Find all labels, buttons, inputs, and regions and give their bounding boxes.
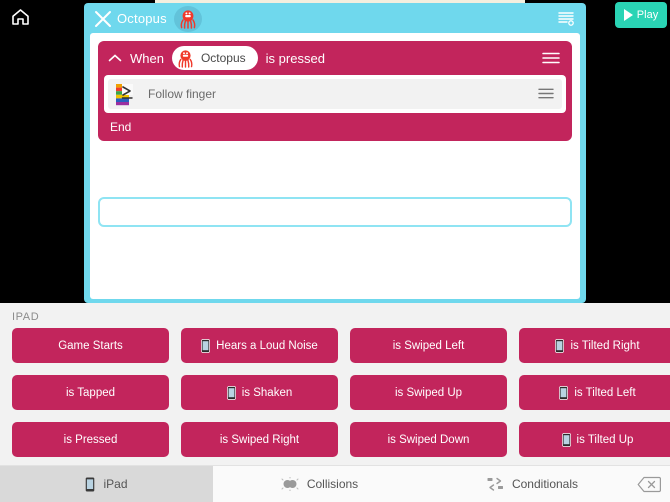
empty-drop-zone[interactable] [98, 197, 572, 227]
rainbow-cursor-icon [114, 81, 140, 107]
editor-title: Octopus [117, 11, 167, 26]
app-root: Play Octopus When Octopus is pressed Fol… [0, 0, 670, 502]
script-canvas: When Octopus is pressed Follow finger En… [90, 33, 580, 299]
end-bar: End [98, 113, 572, 141]
play-label: Play [636, 9, 659, 21]
when-keyword: When [130, 50, 164, 66]
event-button-hears-a-loud-noise[interactable]: Hears a Loud Noise [181, 328, 338, 363]
device-icon [559, 385, 569, 400]
drawer-section-label: IPAD [12, 311, 40, 323]
when-block-body: Follow finger [104, 75, 566, 113]
play-triangle-icon [623, 9, 633, 21]
home-button[interactable] [5, 4, 35, 30]
tab-label: Conditionals [511, 477, 579, 491]
tab-ipad[interactable]: iPad [0, 466, 213, 502]
device-icon [561, 432, 571, 447]
event-button-is-tilted-left[interactable]: is Tilted Left [519, 375, 670, 410]
octopus-avatar-icon [180, 10, 196, 29]
octopus-icon [176, 48, 196, 68]
device-icon [201, 338, 211, 353]
event-label: is Tapped [65, 386, 116, 399]
delete-key-button[interactable] [636, 475, 662, 493]
action-label: Follow finger [148, 87, 217, 101]
event-button-grid: Game Starts Hears a Loud Noise is Swiped… [12, 328, 670, 457]
event-button-is-swiped-right[interactable]: is Swiped Right [181, 422, 338, 457]
device-icon [86, 477, 95, 491]
event-label: is Swiped Left [392, 339, 465, 352]
bottom-tab-bar: iPad Collisions Conditionals [0, 465, 670, 502]
octopus-avatar[interactable] [174, 6, 202, 32]
event-label: is Swiped Up [394, 386, 463, 399]
event-button-is-tilted-right[interactable]: is Tilted Right [519, 328, 670, 363]
event-button-is-shaken[interactable]: is Shaken [181, 375, 338, 410]
chevron-up-icon[interactable] [108, 53, 122, 63]
backspace-delete-icon [637, 476, 661, 492]
actor-name: Octopus [200, 51, 246, 65]
editor-header: Octopus [84, 3, 586, 35]
event-label: is Shaken [241, 386, 293, 399]
actor-pill[interactable]: Octopus [171, 46, 258, 70]
event-button-is-pressed[interactable]: is Pressed [12, 422, 169, 457]
editor-frame: Octopus When Octopus is pressed Follow f… [84, 3, 586, 303]
conditional-icon [487, 477, 503, 491]
home-icon [11, 9, 29, 25]
when-suffix: is pressed [265, 50, 325, 66]
tab-label: iPad [103, 477, 128, 491]
collision-icon [281, 477, 299, 491]
tab-collisions[interactable]: Collisions [213, 466, 426, 502]
hamburger-menu-icon[interactable] [542, 52, 560, 64]
action-row[interactable]: Follow finger [108, 79, 562, 109]
play-button[interactable]: Play [615, 2, 667, 28]
hamburger-menu-icon[interactable] [538, 88, 554, 99]
list-options-icon[interactable] [558, 11, 574, 27]
event-label: is Pressed [63, 433, 118, 446]
tab-conditionals[interactable]: Conditionals [426, 466, 639, 502]
device-icon [226, 385, 236, 400]
event-button-is-tilted-up[interactable]: is Tilted Up [519, 422, 670, 457]
when-block[interactable]: When Octopus is pressed Follow finger En… [98, 41, 572, 141]
close-x-icon[interactable] [94, 10, 112, 28]
event-label: Game Starts [58, 339, 123, 352]
event-label: Hears a Loud Noise [216, 339, 318, 352]
end-label: End [110, 120, 132, 134]
event-button-game-starts[interactable]: Game Starts [12, 328, 169, 363]
event-label: is Tilted Right [570, 339, 640, 352]
when-block-header[interactable]: When Octopus is pressed [98, 41, 572, 75]
event-button-is-swiped-up[interactable]: is Swiped Up [350, 375, 507, 410]
event-button-is-swiped-down[interactable]: is Swiped Down [350, 422, 507, 457]
event-label: is Tilted Left [574, 386, 636, 399]
event-label: is Swiped Down [387, 433, 470, 446]
event-button-is-tapped[interactable]: is Tapped [12, 375, 169, 410]
event-label: is Swiped Right [219, 433, 300, 446]
device-icon [555, 338, 565, 353]
events-drawer: IPAD Game Starts Hears a Loud Noise is S… [0, 303, 670, 502]
event-label: is Tilted Up [576, 433, 634, 446]
tab-label: Collisions [306, 477, 359, 491]
event-button-is-swiped-left[interactable]: is Swiped Left [350, 328, 507, 363]
